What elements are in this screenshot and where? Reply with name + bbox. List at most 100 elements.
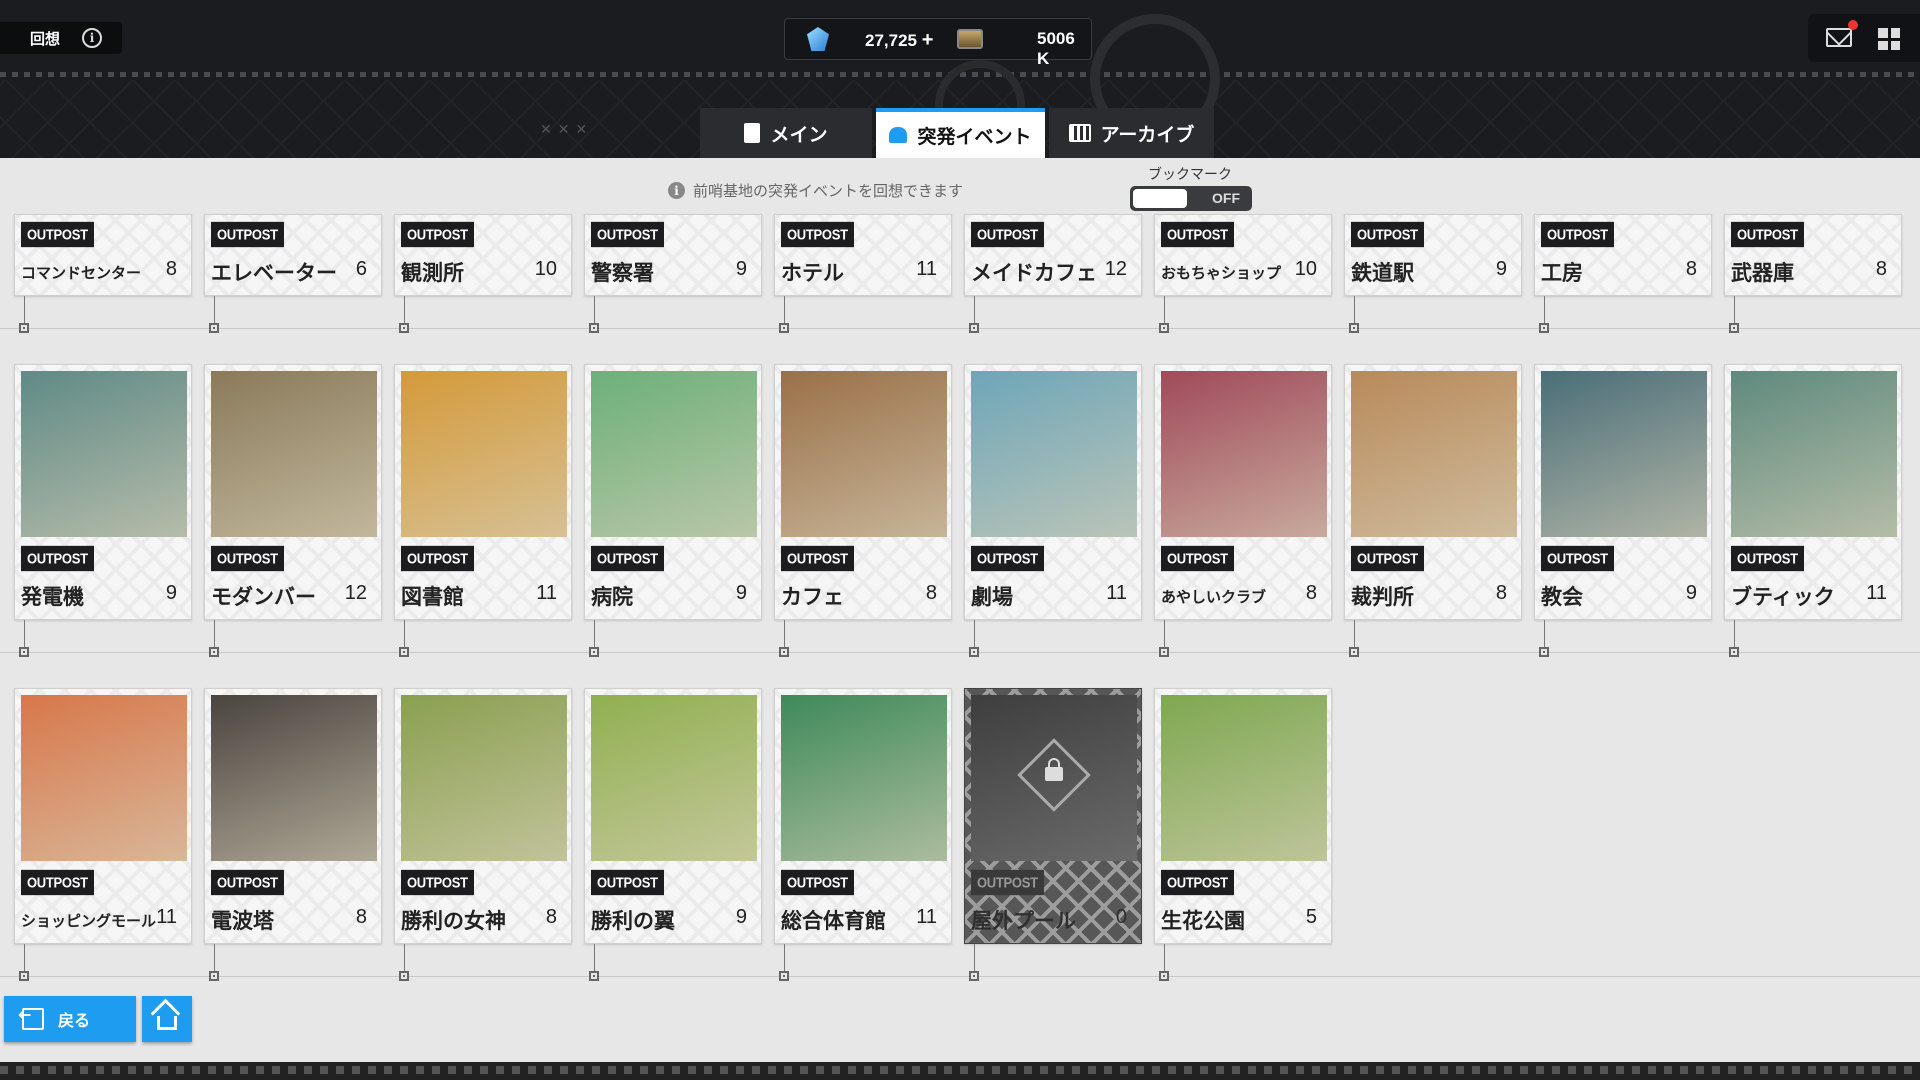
connector-node xyxy=(399,647,409,657)
event-count: 8 xyxy=(165,258,177,280)
card-name: 鉄道駅 xyxy=(1351,262,1414,285)
card-name: 武器庫 xyxy=(1731,262,1794,285)
home-icon xyxy=(157,1016,177,1030)
outpost-tag: OUTPOST xyxy=(1541,545,1614,572)
connector-stem xyxy=(214,620,215,648)
card-name: おもちゃショップ xyxy=(1161,265,1282,282)
connector-node xyxy=(589,647,599,657)
event-card[interactable]: OUTPOST 図書館 11 xyxy=(394,364,572,620)
event-card[interactable]: OUTPOST 武器庫 8 xyxy=(1724,214,1902,296)
event-count: 11 xyxy=(1866,582,1887,604)
event-card[interactable]: OUTPOST メイドカフェ 12 xyxy=(964,214,1142,296)
card-name: 屋外プール xyxy=(971,910,1076,933)
home-button[interactable] xyxy=(142,996,192,1042)
gem-count[interactable]: 27,725 + xyxy=(865,29,933,52)
connector-line xyxy=(0,652,1920,653)
event-card[interactable]: OUTPOST 発電機 9 xyxy=(14,364,192,620)
notice-text: 前哨基地の突発イベントを回想できます xyxy=(693,182,964,200)
event-card[interactable]: OUTPOST エレベーター 6 xyxy=(204,214,382,296)
event-count: 8 xyxy=(1305,582,1317,604)
credit-count: 5006 K xyxy=(1037,29,1075,68)
tab-archive[interactable]: アーカイブ xyxy=(1049,108,1214,158)
event-count: 12 xyxy=(344,582,367,604)
outpost-tag: OUTPOST xyxy=(781,545,854,572)
building-thumbnail xyxy=(211,371,377,537)
building-thumbnail xyxy=(1541,371,1707,537)
connector-node xyxy=(209,971,219,981)
building-thumbnail xyxy=(1161,695,1327,861)
event-card[interactable]: OUTPOST 総合体育館 11 xyxy=(774,688,952,944)
outpost-tag: OUTPOST xyxy=(971,221,1044,248)
event-card[interactable]: OUTPOST 工房 8 xyxy=(1534,214,1712,296)
add-gems-button[interactable]: + xyxy=(922,29,934,51)
connector-node xyxy=(1159,647,1169,657)
building-thumbnail xyxy=(1731,371,1897,537)
event-count: 8 xyxy=(545,906,557,928)
connector-line xyxy=(0,976,1920,977)
event-card[interactable]: OUTPOST ホテル 11 xyxy=(774,214,952,296)
outpost-tag: OUTPOST xyxy=(211,545,284,572)
outpost-tag: OUTPOST xyxy=(21,545,94,572)
event-card[interactable]: OUTPOST 生花公園 5 xyxy=(1154,688,1332,944)
tab-main[interactable]: メイン xyxy=(700,108,872,158)
event-card[interactable]: OUTPOST 劇場 11 xyxy=(964,364,1142,620)
event-card[interactable]: OUTPOST 鉄道駅 9 xyxy=(1344,214,1522,296)
card-name: 工房 xyxy=(1541,262,1583,285)
info-icon: i xyxy=(668,182,685,199)
top-right-menu xyxy=(1808,14,1920,62)
event-count: 11 xyxy=(536,582,557,604)
building-thumbnail xyxy=(591,695,757,861)
connector-stem xyxy=(1544,296,1545,324)
event-card[interactable]: OUTPOST 観測所 10 xyxy=(394,214,572,296)
event-count: 8 xyxy=(925,582,937,604)
event-card[interactable]: OUTPOST ブティック 11 xyxy=(1724,364,1902,620)
event-card[interactable]: OUTPOST 教会 9 xyxy=(1534,364,1712,620)
event-card[interactable]: OUTPOST 病院 9 xyxy=(584,364,762,620)
outpost-tag: OUTPOST xyxy=(971,545,1044,572)
toggle-knob xyxy=(1133,189,1187,208)
event-count: 8 xyxy=(1495,582,1507,604)
connector-line xyxy=(0,328,1920,329)
event-count: 8 xyxy=(1685,258,1697,280)
gem-icon xyxy=(807,27,829,51)
event-card[interactable]: OUTPOST 屋外プール 0 xyxy=(964,688,1142,944)
card-name: ショッピングモール xyxy=(21,913,157,930)
card-name: 裁判所 xyxy=(1351,586,1414,609)
event-count: 0 xyxy=(1115,906,1127,928)
tab-sudden-event[interactable]: 突発イベント xyxy=(876,108,1045,158)
card-name: エレベーター xyxy=(211,262,337,285)
card-name: コマンドセンター xyxy=(21,265,142,282)
event-card[interactable]: OUTPOST 電波塔 8 xyxy=(204,688,382,944)
bookmark-toggle[interactable]: OFF xyxy=(1130,186,1252,211)
event-card[interactable]: OUTPOST おもちゃショップ 10 xyxy=(1154,214,1332,296)
connector-node xyxy=(969,971,979,981)
event-count: 9 xyxy=(1685,582,1697,604)
connector-node xyxy=(779,971,789,981)
event-card[interactable]: OUTPOST あやしいクラブ 8 xyxy=(1154,364,1332,620)
menu-grid-icon[interactable] xyxy=(1878,28,1900,50)
page-title: 回想 xyxy=(30,30,61,48)
event-card[interactable]: OUTPOST カフェ 8 xyxy=(774,364,952,620)
info-icon[interactable]: i xyxy=(82,28,103,48)
x-decoration: ✕✕✕ xyxy=(540,122,594,138)
event-card[interactable]: OUTPOST 勝利の翼 9 xyxy=(584,688,762,944)
outpost-tag: OUTPOST xyxy=(211,221,284,248)
connector-stem xyxy=(1734,620,1735,648)
connector-node xyxy=(1539,323,1549,333)
event-card[interactable]: OUTPOST 警察署 9 xyxy=(584,214,762,296)
connector-node xyxy=(399,971,409,981)
connector-node xyxy=(1159,971,1169,981)
mail-icon[interactable] xyxy=(1826,28,1852,47)
event-card[interactable]: OUTPOST 勝利の女神 8 xyxy=(394,688,572,944)
connector-node xyxy=(969,647,979,657)
event-icon xyxy=(889,127,908,143)
card-name: カフェ xyxy=(781,586,844,609)
event-card[interactable]: OUTPOST ショッピングモール 11 xyxy=(14,688,192,944)
connector-node xyxy=(209,647,219,657)
back-button[interactable]: 戻る xyxy=(4,996,136,1042)
event-card[interactable]: OUTPOST モダンバー 12 xyxy=(204,364,382,620)
event-card[interactable]: OUTPOST 裁判所 8 xyxy=(1344,364,1522,620)
card-name: ブティック xyxy=(1731,586,1835,609)
event-card[interactable]: OUTPOST コマンドセンター 8 xyxy=(14,214,192,296)
card-name: 発電機 xyxy=(21,586,84,609)
